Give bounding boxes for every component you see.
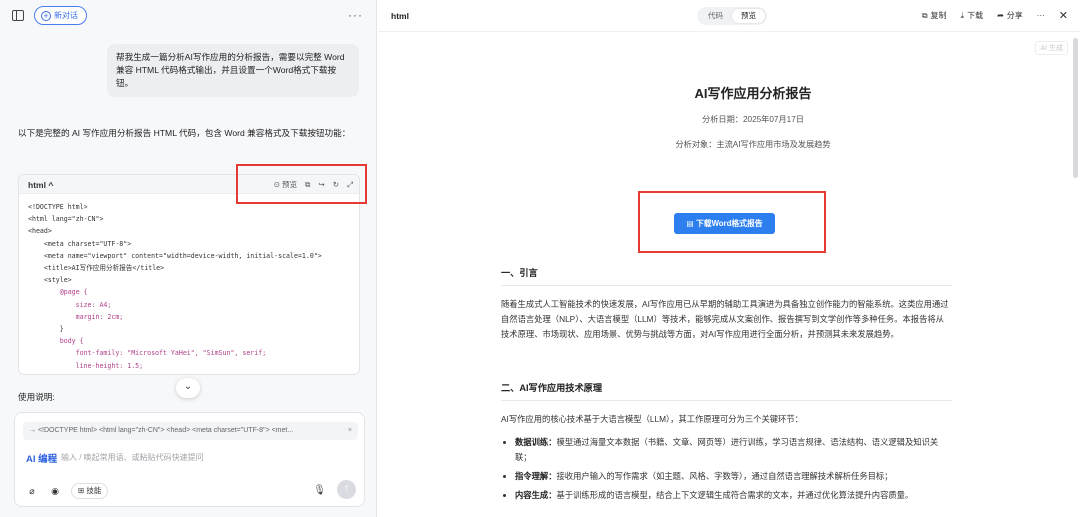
section-heading: 一、引言 <box>501 265 952 286</box>
context-chip[interactable]: → <!DOCTYPE html> <html lang="zh-CN"> <h… <box>23 422 358 440</box>
share-icon: ➦ <box>997 11 1004 20</box>
code-line: <meta name="viewport" content="width=dev… <box>28 251 322 260</box>
preview-actions: ⧉ 复制 ⤓ 下载 ➦ 分享 ··· ✕ <box>922 9 1068 22</box>
user-message: 帮我生成一篇分析AI写作应用的分析报告，需要以完整 Word 兼容 HTML 代… <box>107 44 359 97</box>
document-subject: 分析对象：主流AI写作应用市场及发展趋势 <box>675 140 831 149</box>
context-text: → <!DOCTYPE html> <html lang="zh-CN"> <h… <box>29 427 294 434</box>
code-content: <!DOCTYPE html> <html lang="zh-CN"> <hea… <box>19 194 359 372</box>
skills-button[interactable]: ⊞ 技能 <box>71 483 109 499</box>
code-line: margin: 2cm; <box>28 312 124 321</box>
section-paragraph: 随着生成式人工智能技术的快速发展，AI写作应用已从早期的辅助工具演进为具备独立创… <box>501 299 949 339</box>
chevron-down-icon: ⌄ <box>183 381 193 392</box>
github-icon[interactable]: ◉ <box>48 484 62 498</box>
attachment-icon[interactable]: ⌀ <box>25 484 39 498</box>
document-date: 分析日期：2025年07月17日 <box>702 115 804 124</box>
chat-input[interactable]: 输入 / 唤起常用语、或粘贴代码快速提问 <box>61 452 204 463</box>
code-line: <!DOCTYPE html> <box>28 203 88 211</box>
code-line: <style> <box>28 276 72 285</box>
code-line: body { <box>28 337 84 346</box>
share-button[interactable]: ➦ 分享 <box>997 10 1023 21</box>
code-line: @page { <box>28 288 88 297</box>
document-title: AI写作应用分析报告 <box>694 86 812 101</box>
close-icon[interactable]: × <box>348 422 352 440</box>
preview-toolbar: html 代码 预览 ⧉ 复制 ⤓ 下载 ➦ 分享 ··· ✕ <box>378 0 1080 32</box>
assistant-intro: 以下是完整的 AI 写作应用分析报告 HTML 代码，包含 Word 兼容格式及… <box>18 128 351 138</box>
preview-panel: html 代码 预览 ⧉ 复制 ⤓ 下载 ➦ 分享 ··· ✕ AI 生成 AI写作应… <box>378 0 1080 517</box>
tab-preview[interactable]: 预览 <box>732 9 765 23</box>
section-introduction: 一、引言 随着生成式人工智能技术的快速发展，AI写作应用已从早期的辅助工具演进为… <box>501 265 952 342</box>
code-line: } <box>28 325 64 334</box>
usage-heading: 使用说明: <box>18 392 55 402</box>
chat-toolbar: + 新对话 ··· <box>0 0 377 32</box>
plus-icon: + <box>41 10 51 21</box>
code-line: font-family: "Microsoft YaHei", "SimSun"… <box>28 349 267 358</box>
code-line: line-height: 1.5; <box>28 361 144 370</box>
chat-input-box: → <!DOCTYPE html> <html lang="zh-CN"> <h… <box>14 412 365 507</box>
arrow-up-icon: ↑ <box>344 483 349 494</box>
copy-button[interactable]: ⧉ 复制 <box>922 10 947 21</box>
new-chat-label: 新对话 <box>54 11 78 20</box>
view-toggle: 代码 预览 <box>697 7 767 25</box>
code-language-label[interactable]: html ^ <box>28 180 53 190</box>
code-line: <html lang="zh-CN"> <box>28 215 104 224</box>
copy-icon: ⧉ <box>921 10 928 20</box>
code-line: size: A4; <box>28 300 112 309</box>
highlight-box <box>236 164 367 204</box>
code-line: <title>AI写作应用分析报告</title> <box>28 264 165 273</box>
download-button[interactable]: ⤓ 下载 <box>961 10 984 21</box>
sidebar-toggle-icon[interactable] <box>12 10 24 21</box>
chat-panel: + 新对话 ··· 帮我生成一篇分析AI写作应用的分析报告，需要以完整 Word… <box>0 0 377 517</box>
bullet-list: 数据训练：模型通过海量文本数据（书籍、文章、网页等）进行训练，学习语言规律、语法… <box>501 435 952 503</box>
download-icon: ⤓ <box>960 10 965 20</box>
highlight-box <box>638 191 826 253</box>
input-toolbar: ⌀ ◉ ⊞ 技能 <box>25 483 109 499</box>
grid-icon: ⊞ <box>78 486 85 495</box>
preview-title: html <box>391 11 409 21</box>
code-line: <head> <box>28 227 52 236</box>
scrollbar[interactable] <box>1073 38 1078 178</box>
section-tech-principles: 二、AI写作应用技术原理 AI写作应用的核心技术基于大语言模型（LLM），其工作… <box>501 380 952 507</box>
new-chat-button[interactable]: + 新对话 <box>34 6 87 25</box>
ai-generated-badge: AI 生成 <box>1035 41 1068 55</box>
scroll-down-button[interactable]: ⌄ <box>176 378 200 398</box>
list-item: 数据训练：模型通过海量文本数据（书籍、文章、网页等）进行训练，学习语言规律、语法… <box>515 435 952 465</box>
list-item: 指令理解：接收用户输入的写作需求（如主题、风格、字数等），通过自然语言理解技术解… <box>515 469 952 484</box>
section-heading: 二、AI写作应用技术原理 <box>501 380 952 401</box>
microphone-icon[interactable]: 🎙 <box>313 485 326 496</box>
tab-code[interactable]: 代码 <box>699 9 732 23</box>
code-line: <meta charset="UTF-8"> <box>28 239 132 248</box>
ai-mode-label[interactable]: AI 编程 <box>26 451 57 465</box>
send-button[interactable]: ↑ <box>337 480 356 499</box>
code-block: html ^ ⊙ 预览 ⧉ ↪ ↻ ⤢ <!DOCTYPE html> <html… <box>18 174 360 375</box>
more-options-icon[interactable]: ··· <box>348 8 363 22</box>
close-icon[interactable]: ✕ <box>1059 9 1068 22</box>
more-options-icon[interactable]: ··· <box>1037 11 1045 20</box>
list-item: 内容生成：基于训练形成的语言模型，结合上下文逻辑生成符合需求的文本，并通过优化算… <box>515 488 952 503</box>
section-paragraph: AI写作应用的核心技术基于大语言模型（LLM），其工作原理可分为三个关键环节： <box>501 414 803 424</box>
